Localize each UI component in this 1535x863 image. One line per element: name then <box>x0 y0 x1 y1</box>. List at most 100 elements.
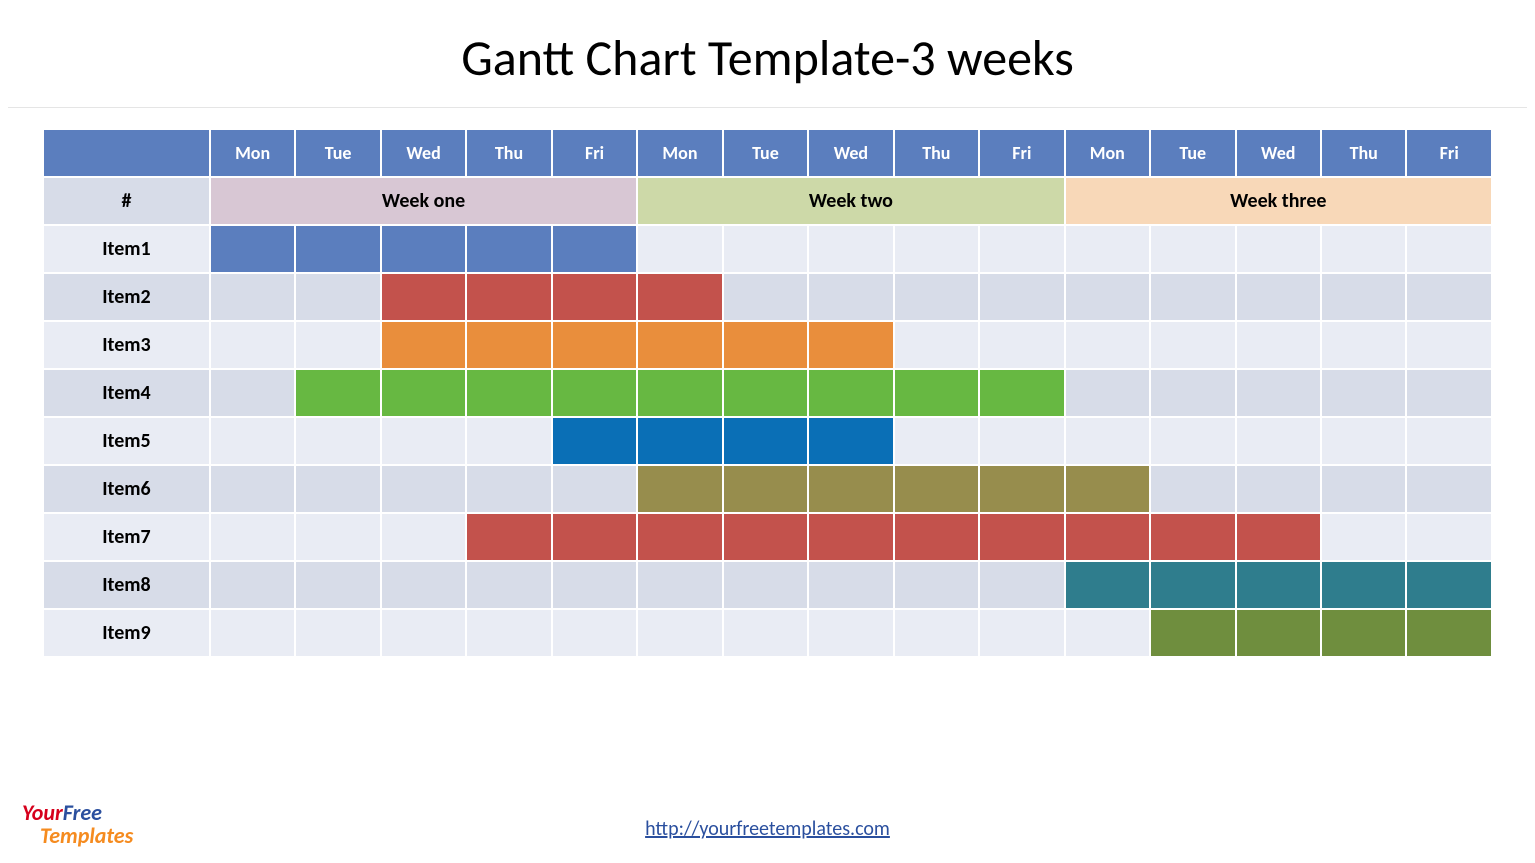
gantt-cell <box>1151 514 1234 560</box>
day-header: Mon <box>211 130 294 176</box>
row-label: Item3 <box>44 322 209 368</box>
gantt-cell <box>809 514 892 560</box>
gantt-cell <box>467 274 550 320</box>
gantt-cell <box>1066 274 1149 320</box>
gantt-cell <box>809 274 892 320</box>
gantt-cell <box>1322 610 1405 656</box>
day-header: Wed <box>1237 130 1320 176</box>
gantt-cell <box>1237 562 1320 608</box>
day-header: Wed <box>809 130 892 176</box>
gantt-cell <box>724 514 807 560</box>
gantt-cell <box>1322 466 1405 512</box>
gantt-cell <box>553 562 636 608</box>
gantt-cell <box>467 562 550 608</box>
gantt-cell <box>638 370 721 416</box>
week-header-row: # Week oneWeek twoWeek three <box>44 178 1491 224</box>
gantt-cell <box>382 514 465 560</box>
gantt-cell <box>467 226 550 272</box>
gantt-cell <box>1066 418 1149 464</box>
gantt-cell <box>1151 226 1234 272</box>
gantt-cell <box>553 514 636 560</box>
gantt-cell <box>211 274 294 320</box>
gantt-chart: MonTueWedThuFriMonTueWedThuFriMonTueWedT… <box>42 128 1493 658</box>
brand-logo: YourFree Templates <box>22 801 133 847</box>
day-header: Wed <box>382 130 465 176</box>
gantt-cell <box>1151 466 1234 512</box>
gantt-cell <box>980 322 1063 368</box>
gantt-cell <box>980 466 1063 512</box>
day-header: Tue <box>296 130 379 176</box>
gantt-cell <box>296 322 379 368</box>
logo-part-templates: Templates <box>22 824 133 847</box>
gantt-cell <box>467 610 550 656</box>
day-header: Fri <box>980 130 1063 176</box>
gantt-cell <box>211 226 294 272</box>
gantt-cell <box>296 226 379 272</box>
gantt-cell <box>1322 274 1405 320</box>
gantt-cell <box>1237 370 1320 416</box>
footer-link[interactable]: http://yourfreetemplates.com <box>645 817 890 841</box>
day-header: Tue <box>1151 130 1234 176</box>
gantt-cell <box>1322 370 1405 416</box>
gantt-cell <box>895 370 978 416</box>
gantt-cell <box>553 418 636 464</box>
gantt-cell <box>211 610 294 656</box>
table-row: Item3 <box>44 322 1491 368</box>
gantt-cell <box>296 370 379 416</box>
gantt-cell <box>895 562 978 608</box>
gantt-cell <box>467 466 550 512</box>
gantt-cell <box>724 418 807 464</box>
gantt-cell <box>1407 274 1491 320</box>
gantt-cell <box>296 418 379 464</box>
table-row: Item5 <box>44 418 1491 464</box>
gantt-cell <box>895 274 978 320</box>
gantt-cell <box>1237 322 1320 368</box>
gantt-cell <box>638 274 721 320</box>
gantt-cell <box>1151 274 1234 320</box>
gantt-cell <box>1237 226 1320 272</box>
gantt-cell <box>467 322 550 368</box>
table-row: Item2 <box>44 274 1491 320</box>
gantt-cell <box>553 370 636 416</box>
gantt-cell <box>809 370 892 416</box>
day-header: Thu <box>467 130 550 176</box>
gantt-cell <box>1151 562 1234 608</box>
gantt-cell <box>382 466 465 512</box>
row-label: Item5 <box>44 418 209 464</box>
gantt-cell <box>296 610 379 656</box>
gantt-cell <box>211 370 294 416</box>
gantt-cell <box>1407 514 1491 560</box>
gantt-cell <box>1407 322 1491 368</box>
gantt-cell <box>980 562 1063 608</box>
gantt-cell <box>467 514 550 560</box>
table-row: Item1 <box>44 226 1491 272</box>
gantt-cell <box>1066 562 1149 608</box>
gantt-cell <box>467 370 550 416</box>
gantt-cell <box>382 418 465 464</box>
gantt-cell <box>1322 562 1405 608</box>
gantt-cell <box>1237 514 1320 560</box>
gantt-cell <box>980 226 1063 272</box>
gantt-cell <box>1407 418 1491 464</box>
gantt-cell <box>724 610 807 656</box>
day-header-row: MonTueWedThuFriMonTueWedThuFriMonTueWedT… <box>44 130 1491 176</box>
gantt-cell <box>1066 370 1149 416</box>
gantt-cell <box>724 322 807 368</box>
table-row: Item8 <box>44 562 1491 608</box>
week-header: Week one <box>211 178 636 224</box>
gantt-cell <box>553 226 636 272</box>
gantt-cell <box>296 274 379 320</box>
gantt-cell <box>809 322 892 368</box>
gantt-cell <box>296 466 379 512</box>
day-header: Mon <box>1066 130 1149 176</box>
gantt-cell <box>895 514 978 560</box>
gantt-cell <box>1066 514 1149 560</box>
gantt-cell <box>553 322 636 368</box>
gantt-cell <box>980 418 1063 464</box>
gantt-cell <box>724 466 807 512</box>
gantt-cell <box>382 370 465 416</box>
gantt-cell <box>1407 562 1491 608</box>
gantt-cell <box>638 466 721 512</box>
gantt-cell <box>724 562 807 608</box>
gantt-cell <box>724 226 807 272</box>
